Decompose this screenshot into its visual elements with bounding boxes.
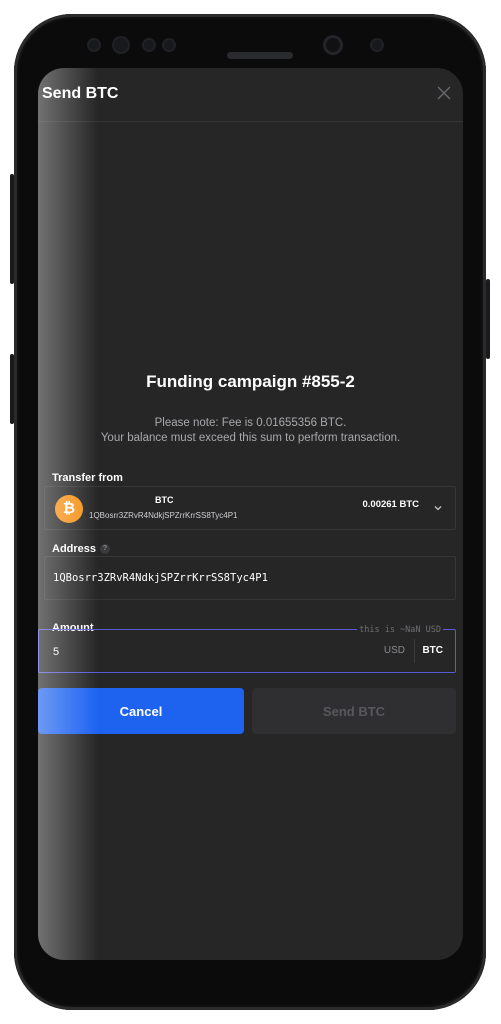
send-btc-button[interactable]: Send BTC [252,688,456,734]
front-camera [326,38,340,52]
usd-conversion-hint: this is ~NaN USD [357,625,443,635]
fee-note-line2: Your balance must exceed this sum to per… [100,432,401,444]
earpiece-speaker [227,52,293,59]
unit-toggle-usd[interactable]: USD [384,645,405,656]
iris-scanner [114,38,128,52]
amount-input[interactable] [53,644,253,660]
campaign-title: Funding campaign #855-2 [146,372,355,391]
bixby-button [10,354,14,424]
transfer-from-label: Transfer from [52,472,123,484]
proximity-sensor [144,40,154,50]
address-label: Address? [52,543,111,555]
fee-note: Please note: Fee is 0.01655356 BTC. Your… [38,416,463,446]
address-value: 1QBosrr3ZRvR4NdkjSPZrrKrrSS8Tyc4P1 [53,572,268,584]
fee-note-line1: Please note: Fee is 0.01655356 BTC. [154,417,347,429]
header-divider [38,121,463,122]
modal-title: Send BTC [42,85,119,102]
address-label-text: Address [52,543,97,555]
volume-button [10,174,14,284]
source-coin: BTC [155,495,174,505]
sensor-dot-right [372,40,382,50]
light-sensor [164,40,174,50]
bitcoin-icon: ₿ [55,495,83,523]
source-balance: 0.00261 BTC [362,499,419,510]
unit-toggle-btc[interactable]: BTC [422,645,443,656]
power-button [486,279,490,359]
screen: Send BTC Funding campaign #855-2 Please … [38,68,463,960]
chevron-down-icon[interactable] [433,503,443,513]
transfer-from-select[interactable]: ₿ BTC 1QBosrr3ZRvR4NdkjSPZrrKrrSS8Tyc4P1… [44,486,456,530]
help-icon[interactable]: ? [100,544,111,555]
address-field[interactable]: 1QBosrr3ZRvR4NdkjSPZrrKrrSS8Tyc4P1 [44,556,456,600]
amount-field[interactable]: this is ~NaN USD USD BTC [38,625,456,673]
cancel-button[interactable]: Cancel [38,688,244,734]
close-icon[interactable] [435,84,453,102]
source-address: 1QBosrr3ZRvR4NdkjSPZrrKrrSS8Tyc4P1 [89,511,238,520]
sensor-dot [89,40,99,50]
unit-divider [414,639,415,663]
phone-frame: Send BTC Funding campaign #855-2 Please … [10,14,490,1010]
